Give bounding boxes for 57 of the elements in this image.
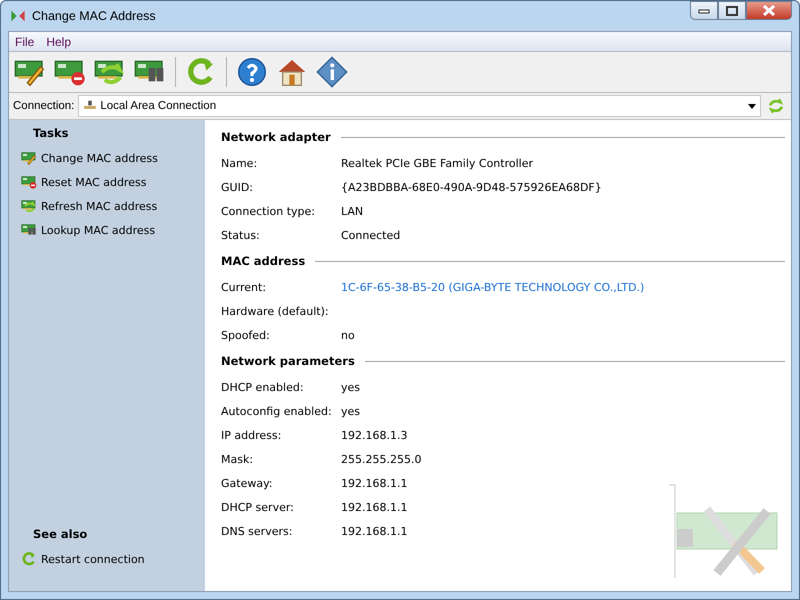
task-link[interactable]: Reset MAC address <box>21 170 205 194</box>
field-label: Status: <box>221 228 261 242</box>
close-button[interactable] <box>746 1 792 20</box>
connection-dropdown[interactable]: Local Area Connection <box>78 95 761 117</box>
field-label: Hardware (default): <box>221 304 330 318</box>
close-icon <box>762 5 776 16</box>
task-link[interactable]: Lookup MAC address <box>21 218 205 242</box>
field-value: Realtek PCIe GBE Family Controller <box>341 156 534 170</box>
network-card-icon <box>21 174 37 190</box>
field-label: Mask: <box>221 452 254 466</box>
section-heading: Network parameters <box>221 354 355 368</box>
help-icon <box>236 56 268 88</box>
section-heading: Network adapter <box>221 130 331 144</box>
field-value: 255.255.255.0 <box>341 452 422 466</box>
field-label: Name: <box>221 156 258 170</box>
refresh-icon <box>767 97 785 115</box>
field-value: {A23BDBBA-68E0-490A-9D48-575926EA68DF} <box>341 180 602 194</box>
dropdown-arrow-icon <box>748 104 756 108</box>
network-card-icon <box>21 150 37 166</box>
field-label: DNS servers: <box>221 524 294 538</box>
field-label: Spoofed: <box>221 328 271 342</box>
field-value: yes <box>341 380 360 394</box>
minimize-button[interactable] <box>690 1 718 20</box>
circular-arrow-icon <box>21 551 37 567</box>
field-value: Connected <box>341 228 400 242</box>
see-also-heading: See also <box>32 527 88 541</box>
maximize-button[interactable] <box>718 1 746 20</box>
maximize-icon <box>726 6 738 16</box>
app-icon <box>10 8 26 24</box>
mac-address-link[interactable]: 1C-6F-65-38-B5-20 (GIGA-BYTE TECHNOLOGY CO.,LTD.) <box>341 280 644 294</box>
task-link[interactable]: Restart connection <box>21 547 145 571</box>
window-title: Change MAC Address <box>32 9 156 23</box>
field-value: 192.168.1.3 <box>341 428 408 442</box>
minimize-icon <box>698 8 710 14</box>
field-label: DHCP enabled: <box>221 380 305 394</box>
field-label: IP address: <box>221 428 282 442</box>
field-label: Connection type: <box>221 204 316 218</box>
menu-item[interactable]: Help <box>40 34 78 48</box>
network-card-icon <box>21 198 37 214</box>
field-label: Current: <box>221 280 268 294</box>
info-icon <box>316 56 348 88</box>
section-heading: MAC address <box>221 254 306 268</box>
menu-item[interactable]: File <box>9 34 40 48</box>
field-label: Autoconfig enabled: <box>221 404 333 418</box>
field-value: 192.168.1.1 <box>341 500 408 514</box>
field-value: 192.168.1.1 <box>341 524 408 538</box>
task-link[interactable]: Change MAC address <box>21 146 205 170</box>
field-value: yes <box>341 404 360 418</box>
field-value: 192.168.1.1 <box>341 476 408 490</box>
task-link[interactable]: Refresh MAC address <box>21 194 205 218</box>
field-label: DHCP server: <box>221 500 295 514</box>
field-value: no <box>341 328 355 342</box>
field-label: GUID: <box>221 180 254 194</box>
connection-label: Connection: <box>13 100 74 112</box>
field-label: Gateway: <box>221 476 274 490</box>
field-value: LAN <box>341 204 364 218</box>
tasks-heading: Tasks <box>32 126 70 140</box>
